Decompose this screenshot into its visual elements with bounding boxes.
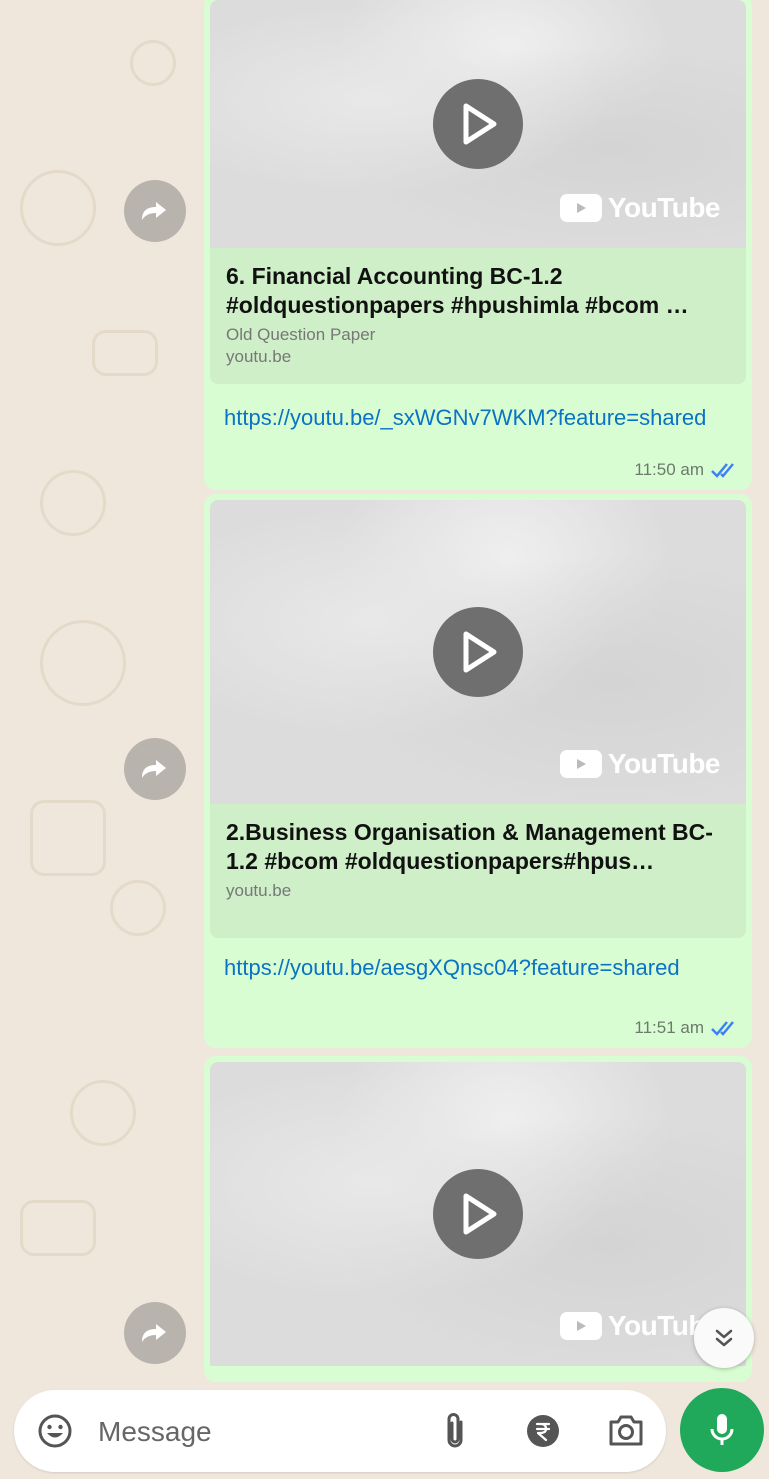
youtube-logo: YouTube <box>559 192 721 224</box>
forward-icon <box>142 202 166 220</box>
play-icon <box>463 103 497 145</box>
youtube-icon <box>559 194 602 222</box>
video-thumbnail[interactable]: YouTube <box>210 1062 746 1366</box>
play-icon <box>463 631 497 673</box>
play-button[interactable] <box>433 79 523 169</box>
voice-message-button[interactable] <box>680 1388 764 1472</box>
message-composer <box>14 1390 666 1472</box>
play-button[interactable] <box>433 1169 523 1259</box>
attach-button[interactable] <box>442 1410 468 1457</box>
camera-icon <box>609 1415 643 1446</box>
link-preview[interactable]: 2.Business Organisation & Management BC-… <box>210 804 746 938</box>
preview-title: 6. Financial Accounting BC-1.2 #oldquest… <box>226 263 689 318</box>
message-bubble[interactable]: YouTube 6. Financial Accounting BC-1.2 #… <box>204 0 752 490</box>
message-time: 11:50 am <box>634 460 704 479</box>
preview-channel: Old Question Paper <box>226 325 376 344</box>
forward-button[interactable] <box>124 180 186 242</box>
forward-icon <box>142 760 166 778</box>
payment-button[interactable] <box>524 1412 562 1455</box>
camera-button[interactable] <box>606 1411 646 1454</box>
youtube-logo: YouTube <box>559 748 721 780</box>
preview-domain: youtu.be <box>226 881 292 900</box>
emoji-icon <box>38 1414 72 1448</box>
forward-icon <box>142 1324 166 1342</box>
video-thumbnail[interactable]: YouTube <box>210 0 746 248</box>
message-meta: 11:51 am <box>634 1018 738 1038</box>
youtube-icon <box>559 1312 602 1340</box>
double-check-icon <box>711 463 734 478</box>
link-preview[interactable]: 6. Financial Accounting BC-1.2 #oldquest… <box>210 248 746 384</box>
message-input[interactable] <box>96 1408 420 1456</box>
forward-button[interactable] <box>124 1302 186 1364</box>
youtube-label: YouTube <box>607 748 721 779</box>
message-bubble[interactable]: YouTube <box>204 1056 752 1382</box>
rupee-icon <box>527 1415 559 1447</box>
message-time: 11:51 am <box>634 1018 704 1037</box>
message-bubble[interactable]: YouTube 2.Business Organisation & Manage… <box>204 494 752 1048</box>
chevron-down-double-icon <box>715 1329 733 1347</box>
emoji-button[interactable] <box>36 1412 74 1455</box>
play-button[interactable] <box>433 607 523 697</box>
scroll-to-bottom-button[interactable] <box>694 1308 754 1368</box>
preview-title: 2.Business Organisation & Management BC-… <box>226 819 713 874</box>
youtube-icon <box>559 750 602 778</box>
message-meta: 11:50 am <box>634 460 738 480</box>
double-check-icon <box>711 1021 734 1036</box>
video-thumbnail[interactable]: YouTube <box>210 500 746 804</box>
mic-icon <box>710 1414 734 1445</box>
attach-icon <box>447 1413 463 1448</box>
forward-button[interactable] <box>124 738 186 800</box>
message-link[interactable]: https://youtu.be/_sxWGNv7WKM?feature=sha… <box>210 384 746 432</box>
youtube-label: YouTube <box>607 192 721 223</box>
play-icon <box>463 1193 497 1235</box>
preview-domain: youtu.be <box>226 347 292 366</box>
message-link[interactable]: https://youtu.be/aesgXQnsc04?feature=sha… <box>210 938 746 982</box>
